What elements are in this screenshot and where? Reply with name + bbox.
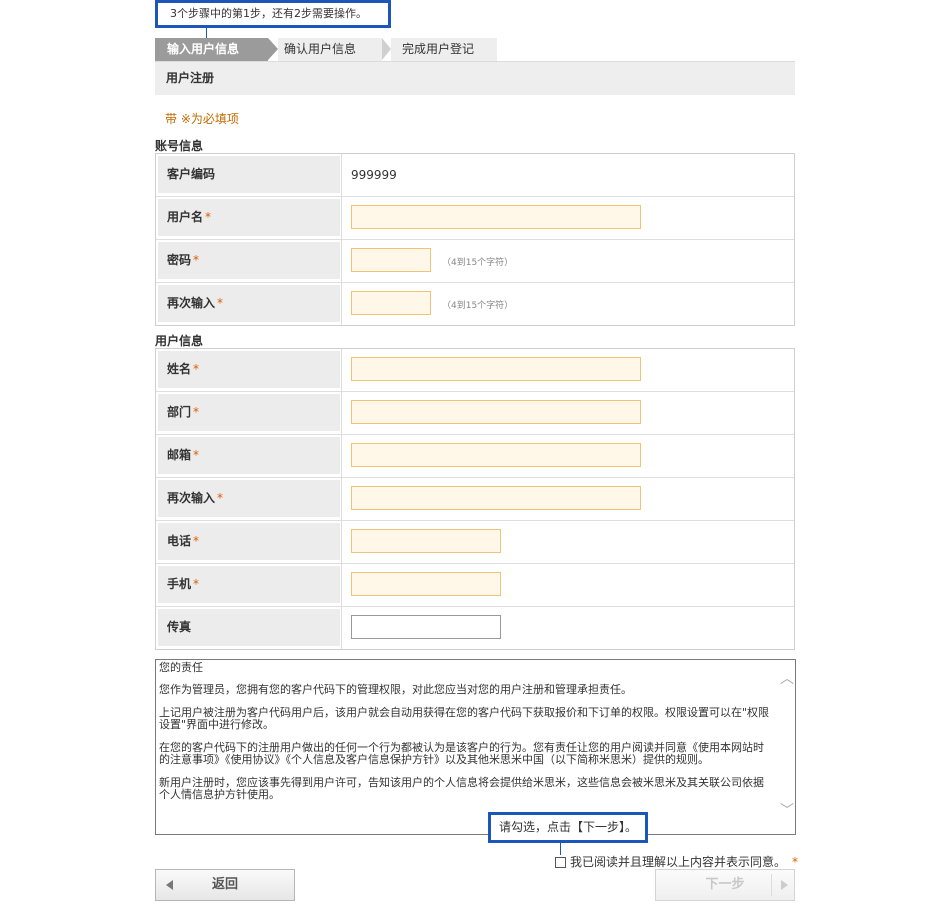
terms-paragraph: 您作为管理员，您拥有您的客户代码下的管理权限，对此您应当对您的用户注册和管理承担…: [159, 682, 632, 696]
user-info-table: 姓名 * 部门 * 邮箱 * 再次输入 * 电话 * 手机 * 传真: [155, 348, 795, 650]
row-phone: 电话 *: [156, 521, 794, 564]
row-password: 密码 * （4到15个字符）: [156, 240, 794, 283]
agree-row: 我已阅读并且理解以上内容并表示同意。 *: [555, 853, 798, 870]
terms-paragraph: 上记用户被注册为客户代码用户后，该用户就会自动用获得在您的客户代码下获取报价和下…: [159, 706, 770, 731]
next-button-label: 下一步: [705, 877, 745, 892]
required-mark: *: [193, 253, 200, 267]
row-customer-code: 客户编码 999999: [156, 154, 794, 197]
phone-label: 电话 *: [158, 523, 340, 560]
password-confirm-label: 再次输入 *: [158, 285, 340, 322]
fax-label: 传真: [158, 609, 340, 646]
department-label-text: 部门: [167, 405, 192, 419]
password-label-text: 密码: [167, 253, 192, 267]
username-input[interactable]: [351, 205, 641, 229]
step-3: 完成用户登记: [391, 38, 497, 61]
fax-label-text: 传真: [167, 620, 192, 634]
mobile-label: 手机 *: [158, 566, 340, 603]
password-confirm-hint: （4到15个字符）: [442, 301, 514, 311]
user-info-title: 用户信息: [155, 334, 204, 348]
required-mark: *: [193, 362, 200, 376]
scroll-down-icon[interactable]: ﹀: [780, 804, 794, 818]
department-input[interactable]: [351, 400, 641, 424]
password-input[interactable]: [351, 248, 431, 272]
arrow-left-icon: [166, 880, 173, 890]
step-2-arrow: [382, 38, 391, 60]
customer-code-label: 客户编码: [158, 156, 340, 193]
agree-checkbox[interactable]: [555, 857, 566, 868]
email-confirm-label: 再次输入 *: [158, 480, 340, 517]
back-button-label: 返回: [211, 877, 238, 892]
account-info-table: 客户编码 999999 用户名 * 密码 * （4到15个字符） 再次输入 * （4到…: [155, 153, 795, 326]
name-label: 姓名 *: [158, 351, 340, 388]
divider: [771, 874, 772, 896]
required-mark: *: [792, 855, 799, 869]
step-3-label: 完成用户登记: [402, 42, 475, 56]
required-mark: *: [217, 296, 224, 310]
name-label-text: 姓名: [167, 362, 192, 376]
terms-paragraph: 在您的客户代码下的注册用户做出的任何一个行为都被认为是该客户的行为。您有责任让您…: [159, 741, 764, 766]
fax-input[interactable]: [351, 615, 501, 639]
row-mobile: 手机 *: [156, 564, 794, 607]
row-department: 部门 *: [156, 392, 794, 435]
terms-textarea[interactable]: 您的责任 您作为管理员，您拥有您的客户代码下的管理权限，对此您应当对您的用户注册…: [155, 659, 796, 835]
section-header: 用户注册: [155, 61, 795, 95]
required-mark: *: [205, 210, 212, 224]
mobile-label-text: 手机: [167, 577, 192, 591]
row-email: 邮箱 *: [156, 435, 794, 478]
row-fax: 传真: [156, 607, 794, 649]
department-label: 部门 *: [158, 394, 340, 431]
step-progress-callout: 3个步骤中的第1步，还有2步需要操作。: [155, 0, 391, 28]
email-label: 邮箱 *: [158, 437, 340, 474]
step-indicator: 输入用户信息 确认用户信息 完成用户登记: [155, 38, 497, 61]
phone-label-text: 电话: [167, 534, 192, 548]
required-mark: *: [217, 491, 224, 505]
email-confirm-label-text: 再次输入: [167, 491, 216, 505]
step-2: 确认用户信息: [278, 38, 382, 61]
row-username: 用户名 *: [156, 197, 794, 240]
terms-paragraph: 新用户注册时，您应该事先得到用户许可，告知该用户的个人信息将会提供给米思米，这些…: [159, 776, 764, 801]
step-1-label: 输入用户信息: [167, 42, 240, 56]
name-input[interactable]: [351, 357, 641, 381]
username-label-text: 用户名: [167, 210, 204, 224]
row-email-confirm: 再次输入 *: [156, 478, 794, 521]
terms-title: 您的责任: [159, 661, 203, 674]
step-1: 输入用户信息: [155, 38, 268, 61]
required-mark: *: [193, 448, 200, 462]
row-password-confirm: 再次输入 * （4到15个字符）: [156, 283, 794, 325]
email-input[interactable]: [351, 443, 641, 467]
arrow-right-icon: [781, 880, 788, 890]
step-2-label: 确认用户信息: [284, 42, 357, 56]
agree-label: 我已阅读并且理解以上内容并表示同意。: [570, 855, 787, 869]
required-mark: *: [193, 405, 200, 419]
back-button[interactable]: 返回: [155, 869, 295, 901]
email-label-text: 邮箱: [167, 448, 192, 462]
password-confirm-input[interactable]: [351, 291, 431, 315]
account-info-title: 账号信息: [155, 139, 204, 153]
email-confirm-input[interactable]: [351, 486, 641, 510]
phone-input[interactable]: [351, 529, 501, 553]
password-label: 密码 *: [158, 242, 340, 279]
required-mark: *: [193, 534, 200, 548]
next-button[interactable]: 下一步: [655, 869, 795, 901]
instruction-callout: 请勾选，点击【下一步】。: [488, 812, 648, 843]
required-note: 带 ※为必填项: [165, 112, 239, 126]
step-1-arrow: [268, 38, 278, 60]
row-name: 姓名 *: [156, 349, 794, 392]
customer-code-value: 999999: [351, 168, 397, 182]
scroll-up-icon[interactable]: ︿: [780, 672, 794, 686]
required-mark: *: [193, 577, 200, 591]
customer-code-label-text: 客户编码: [167, 167, 216, 181]
password-confirm-label-text: 再次输入: [167, 296, 216, 310]
mobile-input[interactable]: [351, 572, 501, 596]
password-hint: （4到15个字符）: [442, 258, 514, 268]
username-label: 用户名 *: [158, 199, 340, 236]
